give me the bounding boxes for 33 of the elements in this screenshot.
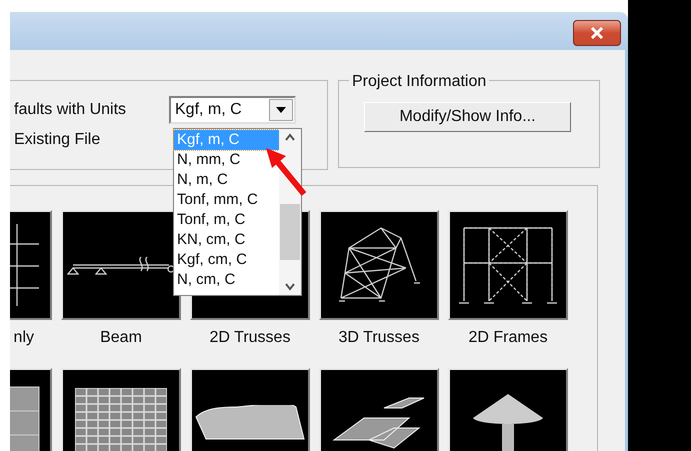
units-label: faults with Units xyxy=(13,100,128,120)
scroll-up-icon[interactable] xyxy=(285,133,295,141)
template-tile[interactable] xyxy=(448,210,568,320)
template-label: 2D Trusses xyxy=(210,328,290,348)
caret-icon xyxy=(276,107,286,113)
template-tile[interactable] xyxy=(319,210,439,320)
scroll-down-icon[interactable] xyxy=(285,283,295,291)
units-value: Kgf, m, C xyxy=(174,100,243,120)
dropdown-button[interactable] xyxy=(269,99,293,121)
wall-drawing xyxy=(10,386,40,451)
template-label: nly xyxy=(14,328,34,348)
dome-drawing xyxy=(472,392,544,451)
close-button[interactable] xyxy=(573,20,621,46)
dropdown-option[interactable]: Tonf, m, C xyxy=(174,210,248,230)
dropdown-option[interactable]: N, m, C xyxy=(174,170,230,190)
dropdown-option[interactable]: N, mm, C xyxy=(174,150,242,170)
template-tile[interactable] xyxy=(61,368,181,451)
dropdown-option[interactable]: KN, cm, C xyxy=(174,230,248,250)
template-tile[interactable] xyxy=(319,368,439,451)
template-label: 2D Frames xyxy=(468,328,548,348)
scroll-thumb[interactable] xyxy=(280,204,300,260)
template-tile[interactable] xyxy=(448,368,568,451)
template-label: 3D Trusses xyxy=(338,328,420,348)
modify-info-button[interactable]: Modify/Show Info... xyxy=(364,102,571,132)
template-label: Beam xyxy=(100,328,142,348)
scrollbar[interactable] xyxy=(279,129,301,295)
template-tile[interactable] xyxy=(190,368,310,451)
dropdown-option[interactable]: N, cm, C xyxy=(174,270,238,290)
dropdown-option[interactable]: Kgf, cm, C xyxy=(174,250,250,270)
units-combo[interactable]: Kgf, m, C xyxy=(169,96,296,124)
close-icon xyxy=(590,27,604,39)
file-label: Existing File xyxy=(14,130,100,150)
dropdown-option[interactable]: Tonf, mm, C xyxy=(174,190,260,210)
